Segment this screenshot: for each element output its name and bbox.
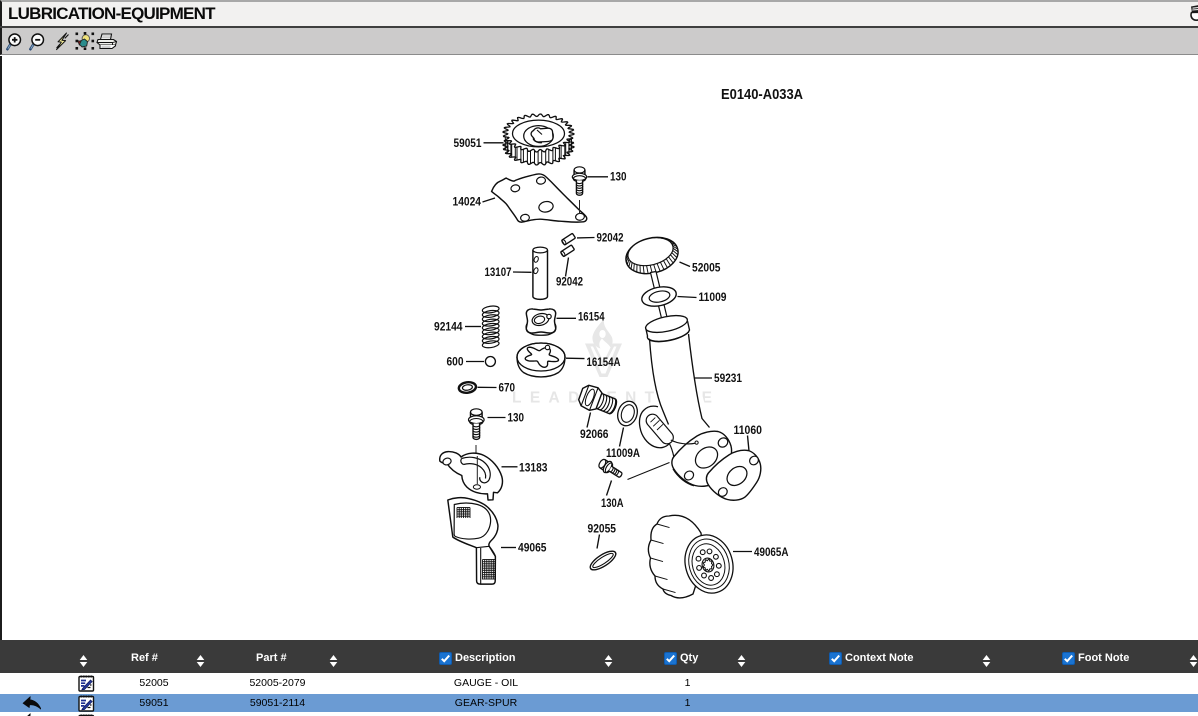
svg-text:16154: 16154 xyxy=(578,312,605,324)
svg-text:130: 130 xyxy=(508,413,525,425)
svg-text:92066: 92066 xyxy=(580,429,609,441)
svg-text:130A: 130A xyxy=(601,498,624,510)
svg-text:13183: 13183 xyxy=(519,463,548,475)
svg-text:52005: 52005 xyxy=(692,263,721,275)
svg-text:E0140-A033A: E0140-A033A xyxy=(721,86,803,103)
svg-text:11060: 11060 xyxy=(734,425,763,437)
svg-text:11009A: 11009A xyxy=(606,448,640,460)
svg-text:130: 130 xyxy=(610,172,627,184)
svg-text:49065: 49065 xyxy=(518,543,547,555)
svg-text:11009: 11009 xyxy=(699,292,727,304)
svg-text:13107: 13107 xyxy=(485,267,512,279)
svg-text:59231: 59231 xyxy=(714,373,743,385)
svg-text:14024: 14024 xyxy=(453,197,482,209)
svg-text:92144: 92144 xyxy=(434,322,463,334)
svg-text:59051: 59051 xyxy=(454,138,483,150)
svg-text:670: 670 xyxy=(499,383,516,395)
svg-text:49065A: 49065A xyxy=(754,547,789,559)
svg-text:16154A: 16154A xyxy=(587,357,621,369)
svg-text:92055: 92055 xyxy=(588,524,617,536)
svg-text:92042: 92042 xyxy=(597,233,624,245)
svg-text:92042: 92042 xyxy=(556,277,583,289)
svg-text:600: 600 xyxy=(447,357,464,369)
